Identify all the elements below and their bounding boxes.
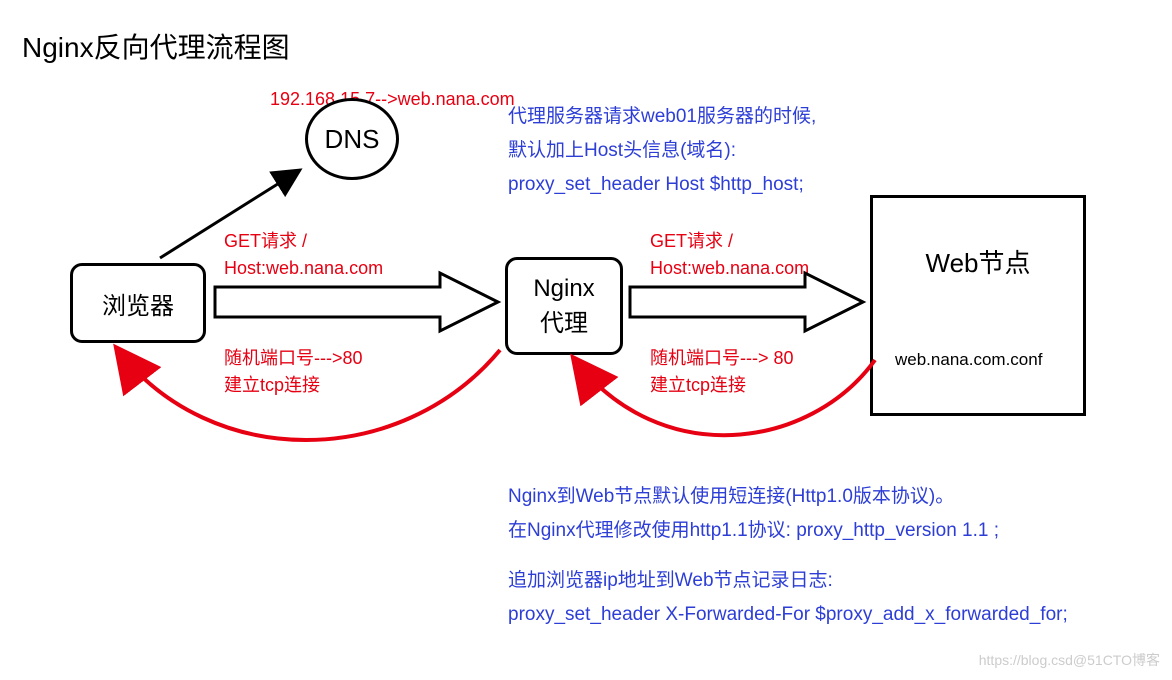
hollow-arrow-2 [630, 273, 863, 331]
arrow-response-proxy-browser [118, 350, 500, 440]
diagram-canvas: Nginx反向代理流程图 192.168.15.7-->web.nana.com… [0, 0, 1172, 680]
arrow-browser-dns [160, 170, 300, 258]
arrow-response-web-proxy [575, 360, 875, 435]
watermark: https://blog.csd@51CTO博客 [979, 650, 1160, 670]
hollow-arrow-1 [215, 273, 498, 331]
arrows-layer [0, 0, 1172, 680]
